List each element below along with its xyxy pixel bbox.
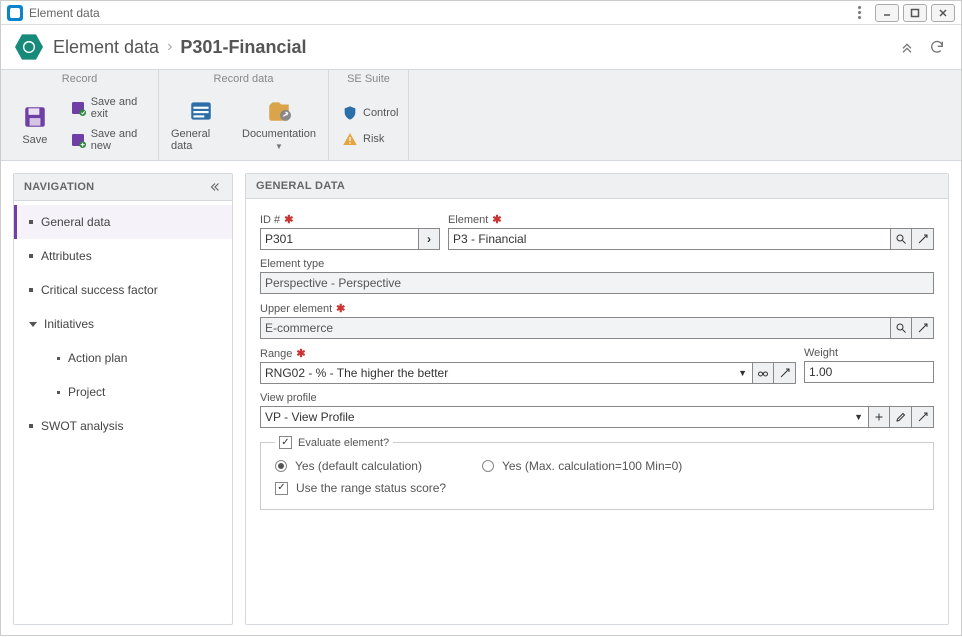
nav-item-project[interactable]: Project — [14, 375, 232, 409]
collapse-down-icon[interactable] — [897, 37, 917, 57]
nav-item-general-data[interactable]: General data — [14, 205, 232, 239]
view-profile-zoom-button[interactable] — [912, 406, 934, 428]
collapse-left-icon[interactable] — [208, 180, 222, 194]
label-range: Range✱ — [260, 347, 796, 360]
label-weight: Weight — [804, 347, 934, 359]
navigation-header: NAVIGATION — [14, 174, 232, 201]
general-data-icon — [187, 97, 215, 125]
upper-element-search-button[interactable] — [890, 317, 912, 339]
view-profile-edit-button[interactable] — [890, 406, 912, 428]
save-exit-icon — [70, 100, 86, 116]
nav-item-attributes[interactable]: Attributes — [14, 239, 232, 273]
id-next-button[interactable]: › — [418, 228, 440, 250]
risk-button[interactable]: Risk — [339, 129, 401, 149]
toolbar-group-record-data: Record data General data Documentation ▼ — [159, 70, 329, 160]
use-range-checkbox[interactable] — [275, 482, 288, 495]
toolbar-group-record: Record Save Save and exit Save and new — [1, 70, 159, 160]
titlebar: Element data — [1, 1, 961, 25]
view-profile-select[interactable]: VP - View Profile — [260, 406, 868, 428]
radio-icon — [482, 460, 494, 472]
breadcrumb-current: P301-Financial — [180, 37, 306, 58]
element-type-input: Perspective - Perspective — [260, 272, 934, 294]
label-element-type: Element type — [260, 258, 934, 270]
id-input[interactable]: P301 — [260, 228, 418, 250]
module-icon — [15, 33, 43, 61]
toolbar-header-record: Record — [7, 70, 152, 88]
form-panel: GENERAL DATA ID #✱ P301 › Element✱ P3 - … — [245, 173, 949, 625]
range-binoculars-button[interactable] — [752, 362, 774, 384]
toolbar-header-se-suite: SE Suite — [335, 70, 402, 88]
shield-icon — [342, 105, 358, 121]
use-range-checkbox-row[interactable]: Use the range status score? — [275, 481, 919, 495]
breadcrumb-separator: › — [167, 38, 172, 56]
navigation-body: General data Attributes Critical success… — [14, 201, 232, 624]
nav-item-critical-success-factor[interactable]: Critical success factor — [14, 273, 232, 307]
element-input[interactable]: P3 - Financial — [448, 228, 890, 250]
save-new-button[interactable]: Save and new — [67, 126, 148, 154]
radio-icon — [275, 460, 287, 472]
nav-item-swot-analysis[interactable]: SWOT analysis — [14, 409, 232, 443]
nav-item-action-plan[interactable]: Action plan — [14, 341, 232, 375]
weight-input[interactable]: 1.00 — [804, 361, 934, 383]
maximize-button[interactable] — [903, 4, 927, 22]
navigation-panel: NAVIGATION General data Attributes Criti… — [13, 173, 233, 625]
view-profile-add-button[interactable] — [868, 406, 890, 428]
form-header: GENERAL DATA — [246, 174, 948, 199]
close-button[interactable] — [931, 4, 955, 22]
evaluate-legend[interactable]: Evaluate element? — [275, 436, 393, 449]
toolbar: Record Save Save and exit Save and new R… — [1, 69, 961, 161]
breadcrumb: Element data › P301-Financial — [1, 25, 961, 69]
radio-default-calc[interactable]: Yes (default calculation) — [275, 459, 422, 473]
app-icon — [7, 5, 23, 21]
save-button[interactable]: Save — [7, 99, 63, 150]
toolbar-header-record-data: Record data — [165, 70, 322, 88]
window-title: Element data — [29, 6, 100, 20]
upper-element-zoom-button[interactable] — [912, 317, 934, 339]
main-area: NAVIGATION General data Attributes Criti… — [1, 161, 961, 637]
element-search-button[interactable] — [890, 228, 912, 250]
chevron-down-icon: ▼ — [275, 143, 283, 151]
control-button[interactable]: Control — [339, 103, 401, 123]
documentation-icon — [265, 97, 293, 125]
save-icon — [21, 103, 49, 131]
breadcrumb-section[interactable]: Element data — [53, 37, 159, 58]
documentation-button[interactable]: Documentation ▼ — [236, 93, 322, 155]
nav-item-initiatives[interactable]: Initiatives — [14, 307, 232, 341]
label-upper-element: Upper element✱ — [260, 302, 934, 315]
label-element: Element✱ — [448, 213, 934, 226]
upper-element-input: E-commerce — [260, 317, 890, 339]
label-id: ID #✱ — [260, 213, 440, 226]
save-new-icon — [70, 132, 86, 148]
general-data-button[interactable]: General data — [165, 93, 236, 156]
evaluate-fieldset: Evaluate element? Yes (default calculati… — [260, 436, 934, 510]
form-body: ID #✱ P301 › Element✱ P3 - Financial — [246, 199, 948, 624]
kebab-menu-icon[interactable] — [853, 6, 865, 19]
range-select[interactable]: RNG02 - % - The higher the better — [260, 362, 752, 384]
radio-maxmin-calc[interactable]: Yes (Max. calculation=100 Min=0) — [482, 459, 682, 473]
label-view-profile: View profile — [260, 392, 934, 404]
minimize-button[interactable] — [875, 4, 899, 22]
refresh-icon[interactable] — [927, 37, 947, 57]
evaluate-checkbox[interactable] — [279, 436, 292, 449]
warning-icon — [342, 131, 358, 147]
toolbar-group-se-suite: SE Suite Control Risk — [329, 70, 409, 160]
element-zoom-button[interactable] — [912, 228, 934, 250]
save-exit-button[interactable]: Save and exit — [67, 94, 148, 122]
range-zoom-button[interactable] — [774, 362, 796, 384]
